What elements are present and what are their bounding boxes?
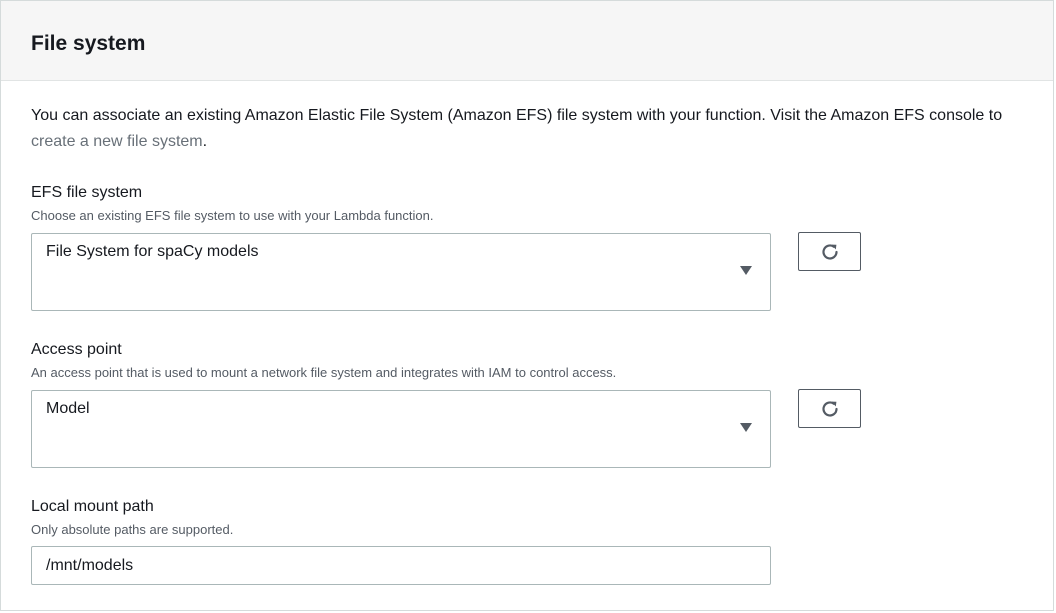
create-file-system-link[interactable]: create a new file system xyxy=(31,133,203,150)
refresh-icon xyxy=(822,244,838,260)
efs-refresh-button[interactable] xyxy=(798,232,861,271)
access-point-hint: An access point that is used to mount a … xyxy=(31,365,617,380)
efs-file-system-label: EFS file system xyxy=(31,184,143,201)
panel-title: File system xyxy=(31,32,146,55)
panel-description: You can associate an existing Amazon Ela… xyxy=(31,103,1031,155)
caret-down-icon xyxy=(740,423,752,432)
caret-down-icon xyxy=(740,266,752,275)
access-point-select[interactable]: Model xyxy=(31,390,771,468)
refresh-icon xyxy=(822,401,838,417)
efs-file-system-selected-value: File System for spaCy models xyxy=(46,243,259,260)
access-point-selected-value: Model xyxy=(46,400,90,417)
local-mount-path-input[interactable] xyxy=(31,546,771,585)
description-end: . xyxy=(202,133,208,150)
local-mount-path-hint: Only absolute paths are supported. xyxy=(31,522,234,537)
efs-file-system-hint: Choose an existing EFS file system to us… xyxy=(31,208,434,223)
panel-header: File system xyxy=(1,1,1053,81)
access-point-label: Access point xyxy=(31,341,122,358)
description-text: You can associate an existing Amazon Ela… xyxy=(31,107,1003,124)
local-mount-path-label: Local mount path xyxy=(31,498,154,515)
file-system-panel: File system You can associate an existin… xyxy=(0,0,1054,611)
access-point-refresh-button[interactable] xyxy=(798,389,861,428)
efs-file-system-select[interactable]: File System for spaCy models xyxy=(31,233,771,311)
